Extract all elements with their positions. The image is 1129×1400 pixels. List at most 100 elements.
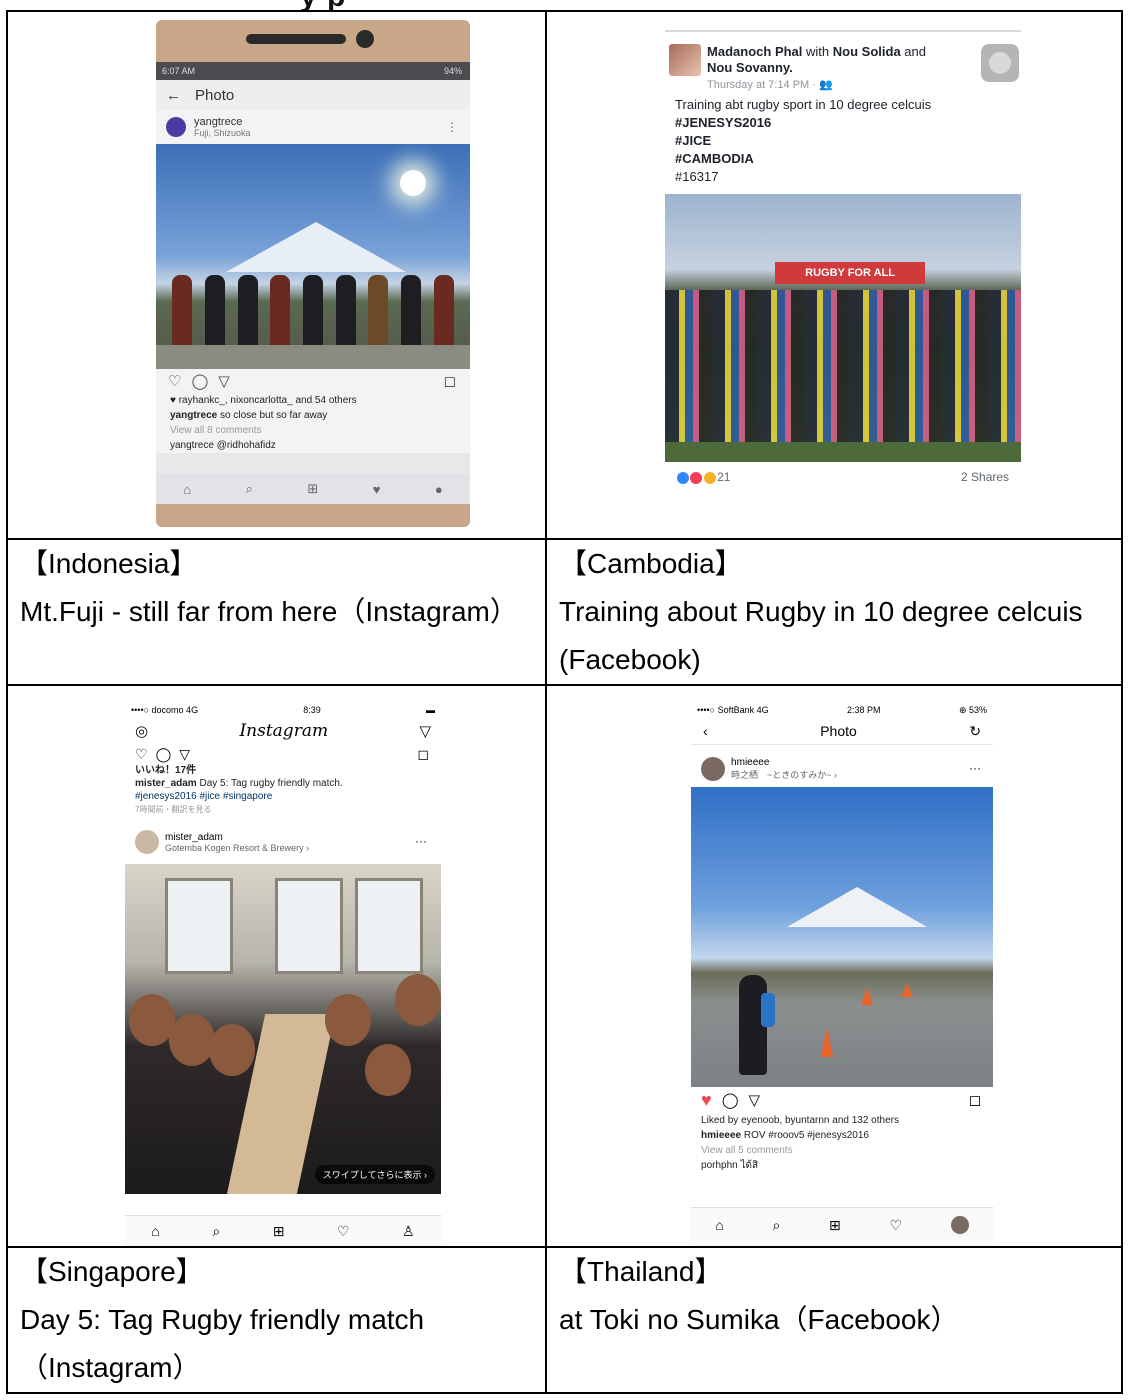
- time-translate[interactable]: 7時間前・翻訳を見る: [125, 803, 441, 816]
- refresh-icon[interactable]: ↻: [969, 723, 981, 740]
- hashtag[interactable]: #JENESYS2016: [675, 114, 1021, 132]
- more-options-icon[interactable]: ···: [415, 834, 427, 848]
- photo-header: ‹ Photo ↻: [691, 718, 994, 745]
- wow-reaction-icon: [703, 471, 716, 484]
- tagged-user-2[interactable]: Nou Sovanny.: [707, 60, 793, 75]
- bookmark-icon[interactable]: ◻: [417, 746, 429, 763]
- profile-icon[interactable]: [950, 1216, 969, 1234]
- search-icon[interactable]: ⌕: [212, 1223, 220, 1240]
- author-name[interactable]: Madanoch Phal: [707, 44, 802, 59]
- post-user-row[interactable]: mister_adam Gotemba Kogen Resort & Brewe…: [125, 824, 441, 860]
- direct-icon[interactable]: ▽: [419, 722, 431, 740]
- avatar[interactable]: [135, 830, 159, 854]
- cell-image-thailand: ••••○ SoftBank 4G 2:38 PM ⊕ 53% ‹ Photo …: [545, 684, 1123, 1248]
- camera-icon[interactable]: ◎: [135, 722, 148, 740]
- search-icon[interactable]: ⌕: [773, 1217, 781, 1234]
- comment-icon[interactable]: ◯: [722, 1091, 739, 1109]
- location[interactable]: Fuji, Shizuoka: [194, 128, 251, 138]
- reactions-count[interactable]: 21: [717, 470, 730, 484]
- hashtag[interactable]: #JICE: [675, 132, 1021, 150]
- likes-text[interactable]: いいね！17件: [125, 764, 441, 777]
- search-icon[interactable]: ⌕: [246, 481, 253, 497]
- share-icon[interactable]: ▽: [749, 1091, 761, 1109]
- instagram-photo-screenshot: ••••○ SoftBank 4G 2:38 PM ⊕ 53% ‹ Photo …: [691, 702, 994, 1242]
- home-icon[interactable]: ⌂: [183, 482, 191, 497]
- comment-icon[interactable]: ◯: [156, 746, 172, 763]
- fuji-parking-photo[interactable]: [691, 787, 994, 1087]
- swipe-hint[interactable]: スワイプしてさらに表示 ›: [314, 1165, 435, 1184]
- caption: hmieeee ROV #rooov5 #jenesys2016: [691, 1128, 993, 1143]
- heart-icon[interactable]: ♡: [889, 1217, 902, 1234]
- backpack: [761, 993, 776, 1027]
- instagram-feed-screenshot: ••••○ docomo 4G 8:39 ▬ ◎ Instagram ▽ ♡ ◯…: [125, 702, 441, 1246]
- post-timestamp[interactable]: Thursday at 7:14 PM · 👥: [707, 79, 833, 91]
- likes-text[interactable]: ♥ rayhankc_, nixoncarlotta_ and 54 other…: [156, 393, 470, 408]
- heart-filled-icon[interactable]: ♥: [701, 1090, 712, 1111]
- add-icon[interactable]: ⊞: [273, 1223, 285, 1240]
- status-time: 2:38 PM: [847, 705, 881, 715]
- avatar[interactable]: [669, 44, 702, 76]
- rugby-group-photo[interactable]: RUGBY FOR ALL: [665, 194, 1022, 462]
- caption-tags[interactable]: #jenesys2016 #jice #singapore: [125, 790, 441, 803]
- back-arrow-icon[interactable]: ←: [166, 87, 181, 104]
- username[interactable]: yangtrece: [194, 116, 251, 128]
- love-reaction-icon: [690, 471, 703, 484]
- photo-grid-table: 6:07 AM 94% ← Photo yangtrece Fuji, Shiz…: [5, 10, 1123, 1394]
- bookmark-icon[interactable]: ◻: [969, 1091, 981, 1109]
- status-time: 6:07 AM: [162, 66, 196, 76]
- view-comments-link[interactable]: View all 8 comments: [156, 423, 470, 438]
- username[interactable]: mister_adam: [165, 832, 309, 843]
- share-icon[interactable]: ▽: [179, 746, 190, 763]
- dining-selfie-photo[interactable]: スワイプしてさらに表示 ›: [125, 864, 441, 1194]
- status-bar: ••••○ docomo 4G 8:39 ▬: [125, 702, 441, 718]
- likes-text[interactable]: Liked by eyenoob, byuntarnn and 132 othe…: [691, 1113, 993, 1128]
- profile-icon[interactable]: ♙: [402, 1223, 415, 1240]
- avatar[interactable]: [166, 117, 186, 137]
- heart-icon[interactable]: ♥: [373, 482, 381, 497]
- app-nav: ◎ Instagram ▽: [125, 718, 441, 744]
- post-header: Madanoch Phal with Nou Solida and Nou So…: [665, 32, 1021, 96]
- hashtag[interactable]: #CAMBODIA: [675, 150, 1021, 168]
- heart-icon[interactable]: ♡: [135, 746, 148, 763]
- person: [400, 275, 421, 347]
- back-chevron-icon[interactable]: ‹: [703, 723, 708, 739]
- more-options-icon[interactable]: ⋮: [446, 120, 458, 134]
- caption-cell-cambodia: 【Cambodia】 Training about Rugby in 10 de…: [545, 538, 1123, 686]
- fuji-group-photo: [156, 144, 470, 369]
- floating-button-icon[interactable]: [981, 44, 1020, 82]
- bookmark-icon[interactable]: ◻: [444, 372, 456, 390]
- home-icon[interactable]: ⌂: [715, 1217, 723, 1233]
- person: [204, 275, 225, 347]
- person: [302, 275, 323, 347]
- tagged-user-1[interactable]: Nou Solida: [833, 44, 901, 59]
- heart-icon[interactable]: ♡: [337, 1223, 350, 1240]
- like-reaction-icon: [677, 471, 690, 484]
- traffic-cone: [901, 983, 914, 997]
- friends-icon: 👥: [818, 79, 833, 91]
- add-icon[interactable]: ⊞: [307, 481, 318, 497]
- home-icon[interactable]: ⌂: [151, 1223, 159, 1239]
- shares-count[interactable]: 2 Shares: [961, 462, 1009, 492]
- person: [368, 275, 389, 347]
- face: [325, 994, 371, 1046]
- view-comments-link[interactable]: View all 5 comments: [691, 1143, 993, 1158]
- more-options-icon[interactable]: ···: [969, 761, 981, 775]
- post-user-row[interactable]: yangtrece Fuji, Shizuoka ⋮: [156, 110, 470, 144]
- caption-user[interactable]: mister_adam: [135, 778, 197, 789]
- heart-icon[interactable]: ♡: [168, 372, 181, 390]
- location[interactable]: Gotemba Kogen Resort & Brewery ›: [165, 843, 309, 853]
- share-icon[interactable]: ▽: [218, 372, 230, 390]
- username[interactable]: hmieeee: [731, 757, 837, 768]
- profile-icon[interactable]: ●: [435, 482, 443, 497]
- comment-icon[interactable]: ◯: [191, 372, 208, 390]
- caption-user[interactable]: hmieeee: [701, 1130, 741, 1141]
- post-user-row[interactable]: hmieeee 時之栖 ~ときのすみか~ › ···: [691, 751, 993, 787]
- post-footer: 21 2 Shares: [665, 462, 1021, 492]
- header-fragment: y p: [300, 0, 346, 10]
- location[interactable]: 時之栖 ~ときのすみか~ ›: [731, 768, 837, 781]
- add-icon[interactable]: ⊞: [829, 1217, 841, 1234]
- caption-user[interactable]: yangtrece: [170, 410, 217, 421]
- battery-icon: ▬: [425, 705, 435, 715]
- avatar[interactable]: [701, 757, 726, 781]
- page-title: Photo: [195, 86, 235, 104]
